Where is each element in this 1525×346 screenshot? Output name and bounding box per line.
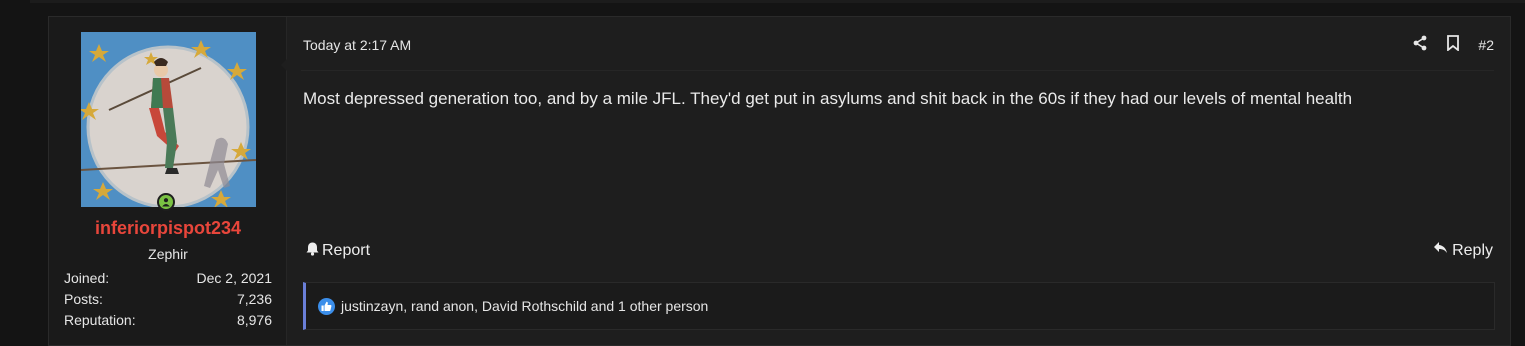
post-number-link[interactable]: #2 — [1478, 37, 1494, 53]
bell-icon — [305, 241, 320, 261]
stat-reputation: Reputation: 8,976 — [64, 312, 272, 328]
username[interactable]: inferiorpispot234 — [49, 218, 287, 239]
left-gutter — [0, 0, 30, 337]
reply-button[interactable]: Reply — [1433, 241, 1493, 260]
stat-label: Joined: — [64, 270, 110, 286]
thumbs-up-icon — [318, 297, 335, 315]
stat-value: Dec 2, 2021 — [196, 270, 273, 286]
top-strip — [0, 0, 1525, 3]
bookmark-icon[interactable] — [1446, 35, 1460, 54]
message-pointer — [281, 57, 289, 73]
stat-joined: Joined: Dec 2, 2021 — [64, 270, 272, 286]
reply-arrow-icon — [1433, 241, 1448, 260]
reactions-list[interactable]: justinzayn, rand anon, David Rothschild … — [341, 298, 708, 314]
post-content: Most depressed generation too, and by a … — [303, 89, 1353, 108]
report-label: Report — [322, 242, 371, 259]
user-info-panel: inferiorpispot234 Zephir Joined: Dec 2, … — [49, 17, 287, 345]
report-button[interactable]: Report — [305, 241, 370, 261]
post-header-actions: #2 — [1412, 35, 1494, 54]
online-status-indicator — [157, 193, 175, 211]
reply-label: Reply — [1452, 241, 1493, 259]
user-title: Zephir — [148, 246, 188, 262]
header-divider — [301, 70, 1494, 71]
reactions-bar[interactable]: justinzayn, rand anon, David Rothschild … — [303, 282, 1495, 330]
post-timestamp[interactable]: Today at 2:17 AM — [303, 37, 411, 53]
stat-value: 8,976 — [236, 312, 272, 328]
stat-label: Posts: — [64, 291, 103, 307]
share-icon[interactable] — [1412, 35, 1428, 54]
stat-value: 7,236 — [236, 291, 272, 307]
stat-label: Reputation: — [64, 312, 136, 328]
stat-posts: Posts: 7,236 — [64, 291, 272, 307]
forum-post: inferiorpispot234 Zephir Joined: Dec 2, … — [48, 16, 1511, 346]
avatar-image — [81, 32, 256, 207]
avatar[interactable] — [81, 32, 256, 207]
online-status-icon — [159, 195, 173, 209]
